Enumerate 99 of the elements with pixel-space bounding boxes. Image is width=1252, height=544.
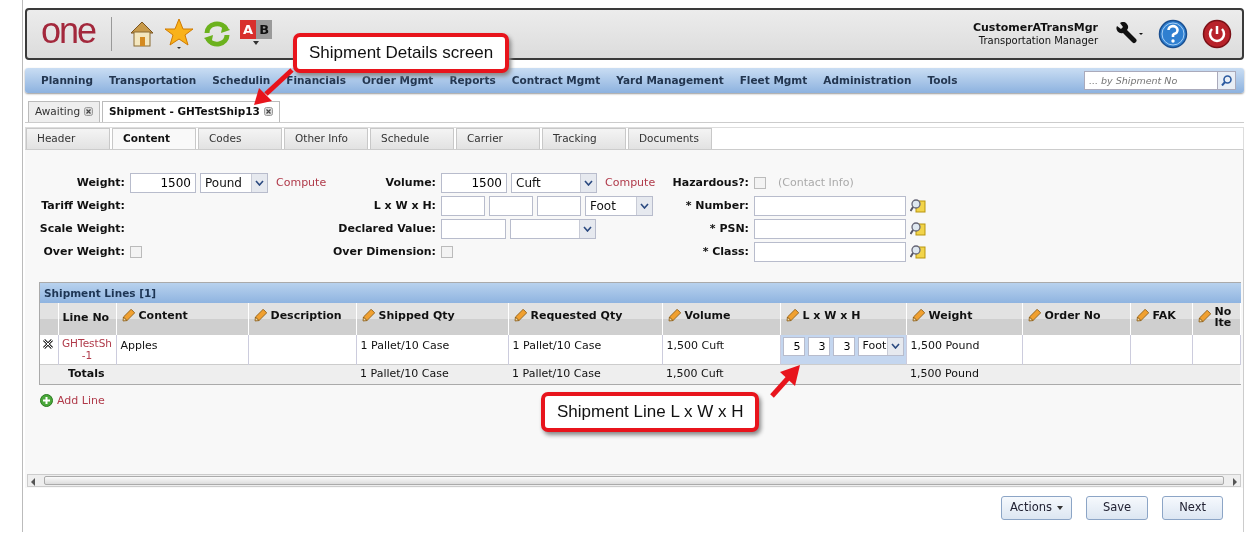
field-label: Tariff Weight:: [40, 197, 125, 214]
line-number-link[interactable]: GHTestSh -1: [58, 334, 116, 365]
pencil-icon: [784, 309, 799, 324]
menu-item[interactable]: Tools: [919, 72, 966, 89]
star-icon[interactable]: [164, 18, 195, 50]
lookup-field[interactable]: [754, 242, 906, 262]
menu-item[interactable]: Schedulin: [204, 72, 279, 89]
user-name: CustomerATransMgr: [972, 20, 1098, 35]
menu-item[interactable]: Contract Mgmt: [503, 72, 609, 89]
pencil-icon: [360, 309, 375, 324]
field-label: Over Dimension:: [333, 243, 436, 260]
footer-button[interactable]: Save: [1085, 495, 1149, 520]
compute-link[interactable]: Compute: [605, 174, 656, 192]
dropdown[interactable]: Foot: [857, 336, 904, 356]
menu-item[interactable]: Transportation: [100, 72, 205, 89]
callout-box: Shipment Details screen: [293, 33, 510, 73]
content-tab[interactable]: Other Info: [284, 127, 368, 149]
footer-button[interactable]: Next: [1162, 495, 1223, 520]
pencil-icon: [512, 309, 527, 324]
field-label: Scale Weight:: [38, 220, 125, 237]
dimension-field[interactable]: [441, 196, 485, 216]
field-label: Volume:: [384, 174, 436, 191]
table-cell: 1 Pallet/10 Case: [356, 334, 508, 365]
content-tab[interactable]: Content: [112, 127, 196, 149]
content-tab[interactable]: Codes: [198, 127, 282, 149]
dimension-field[interactable]: 3: [807, 336, 830, 356]
field-label: * Class:: [701, 243, 749, 260]
menu-item[interactable]: Order Mgmt: [353, 72, 442, 89]
menu-item[interactable]: Fleet Mgmt: [731, 72, 816, 89]
checkbox[interactable]: [130, 246, 142, 258]
search-field[interactable]: ... by Shipment No: [1084, 71, 1218, 90]
lookup-field[interactable]: [754, 196, 906, 216]
page-tab[interactable]: Shipment - GHTestShip13: [102, 101, 280, 122]
page-tab[interactable]: Awaiting: [28, 101, 101, 122]
menu-item[interactable]: Reports: [441, 72, 504, 89]
field-label: Hazardous?:: [671, 174, 749, 191]
close-icon[interactable]: [84, 107, 94, 117]
field-label: Over Weight:: [42, 243, 125, 260]
search-icon[interactable]: [1221, 75, 1232, 86]
callout-box: Shipment Line L x W x H: [541, 392, 760, 432]
dimension-field[interactable]: 3: [832, 336, 855, 356]
dimension-field[interactable]: [537, 196, 581, 216]
table-cell: 1 Pallet/10 Case: [356, 364, 508, 384]
lookup-icon[interactable]: [910, 221, 926, 237]
field-label: Weight:: [75, 174, 125, 191]
wrench-icon[interactable]: [1114, 22, 1144, 46]
content-tab[interactable]: Documents: [628, 127, 712, 149]
table-cell: 1 Pallet/10 Case: [508, 334, 662, 365]
close-icon[interactable]: [263, 107, 273, 117]
table-cell: 1,500 Pound: [906, 364, 1022, 384]
horizontal-scrollbar[interactable]: [27, 473, 1241, 487]
table-cell: 1,500 Pound: [906, 334, 1022, 365]
actions-dropdown[interactable]: Actions: [1000, 495, 1072, 520]
dimension-field[interactable]: 5: [782, 336, 805, 356]
content-tab[interactable]: Schedule: [370, 127, 454, 149]
pencil-icon: [120, 309, 135, 324]
compute-link[interactable]: Compute: [276, 174, 327, 192]
number-field[interactable]: 1500: [130, 173, 196, 193]
content-tab[interactable]: Tracking: [542, 127, 626, 149]
lookup-field[interactable]: [754, 219, 906, 239]
table-cell: 1 Pallet/10 Case: [508, 364, 662, 384]
help-icon[interactable]: [1158, 19, 1188, 49]
value-field[interactable]: [441, 219, 506, 239]
lookup-icon[interactable]: [910, 198, 926, 214]
pencil-icon: [666, 309, 681, 324]
checkbox[interactable]: [441, 246, 453, 258]
field-label: L x W x H:: [372, 197, 436, 214]
pencil-icon: [910, 309, 925, 324]
pencil-icon: [1134, 309, 1149, 324]
dimension-field[interactable]: [489, 196, 533, 216]
user-role: Transportation Manager: [977, 34, 1098, 48]
field-label: * Number:: [684, 197, 749, 214]
dropdown[interactable]: Pound: [200, 173, 268, 193]
power-icon[interactable]: [1202, 19, 1232, 49]
logo: one: [41, 13, 96, 53]
dropdown[interactable]: Foot: [585, 196, 653, 216]
delete-icon[interactable]: [42, 337, 54, 350]
totals-label: Totals: [58, 364, 248, 384]
number-field[interactable]: 1500: [441, 173, 507, 193]
pencil-icon: [1196, 310, 1211, 325]
add-line-link[interactable]: Add Line: [57, 392, 105, 409]
table-cell: Apples: [116, 334, 248, 365]
field-label: * PSN:: [708, 220, 749, 237]
lookup-icon[interactable]: [910, 244, 926, 260]
add-icon[interactable]: [40, 394, 53, 408]
table-cell: 1,500 Cuft: [662, 364, 780, 384]
menu-item[interactable]: Planning: [33, 72, 101, 89]
menu-item[interactable]: Administration: [815, 72, 920, 89]
pencil-icon: [1026, 309, 1041, 324]
checkbox[interactable]: [754, 177, 766, 189]
content-tab[interactable]: Header: [26, 127, 110, 149]
pencil-icon: [252, 309, 267, 324]
content-tab[interactable]: Carrier: [456, 127, 540, 149]
table-cell: 1,500 Cuft: [662, 334, 780, 365]
grid-title: Shipment Lines [1]: [40, 282, 1241, 303]
field-label: Declared Value:: [337, 220, 436, 237]
menu-item[interactable]: Yard Management: [608, 72, 732, 89]
menu-item[interactable]: Financials: [278, 72, 354, 89]
dropdown[interactable]: Cuft: [511, 173, 597, 193]
